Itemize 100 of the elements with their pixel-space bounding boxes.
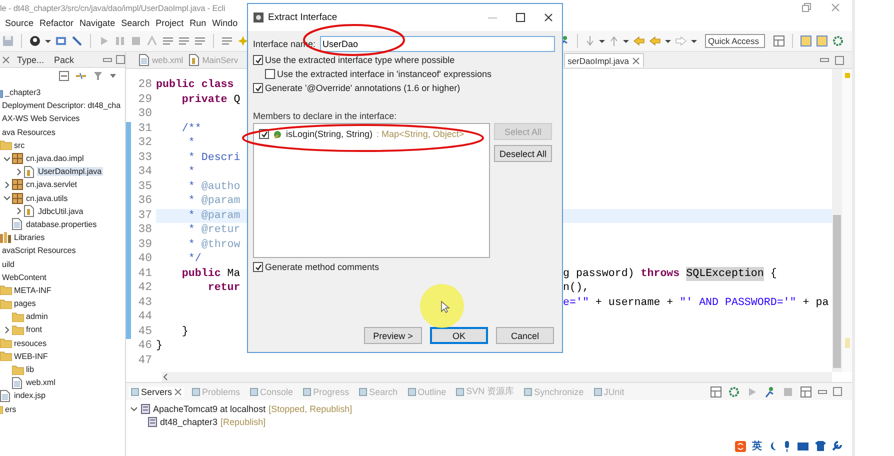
tree-item[interactable]: JdbcUtil.java — [37, 206, 84, 216]
menu-item[interactable]: Source — [5, 18, 34, 28]
tree-item[interactable]: resouces — [13, 338, 48, 348]
tree-item[interactable]: AX-WS Web Services — [1, 114, 81, 124]
checkbox[interactable] — [253, 262, 263, 272]
arrow-left-icon — [649, 35, 661, 47]
close-icon[interactable] — [544, 13, 553, 22]
chevron-down-icon[interactable] — [130, 404, 138, 412]
list-icon — [162, 35, 174, 47]
tree-item[interactable]: Libraries — [13, 233, 46, 242]
view-icon — [594, 388, 602, 396]
dialog-title: Extract Interface — [268, 12, 338, 23]
tree-item[interactable]: index.jsp — [13, 391, 46, 400]
quick-access-field[interactable]: Quick Access — [705, 34, 765, 48]
code-line: public class — [156, 78, 234, 92]
option-label: Generate method comments — [265, 262, 380, 272]
pause-icon — [114, 35, 126, 47]
chevron-right-icon[interactable] — [2, 326, 10, 334]
tree-item[interactable]: cn.java.servlet — [25, 180, 78, 190]
menu-item[interactable]: Search — [121, 18, 150, 28]
maximize-icon[interactable] — [516, 13, 525, 22]
folder-icon — [0, 298, 12, 309]
tree-item[interactable]: ApacheTomcat9 at localhost — [153, 404, 266, 414]
code-line: } — [180, 324, 188, 339]
perspective-icon — [816, 35, 828, 47]
view-icon — [408, 388, 416, 396]
folder-icon — [0, 338, 12, 348]
chevron-down-icon[interactable] — [2, 154, 10, 163]
restore-icon[interactable] — [802, 3, 811, 12]
folder-icon — [12, 324, 24, 335]
tree-item[interactable]: UserDaoImpl.java — [37, 167, 103, 176]
view-icon — [524, 388, 532, 396]
file-icon — [24, 205, 34, 218]
tree-item[interactable]: web.xml — [25, 378, 56, 388]
wizard-icon — [253, 12, 264, 23]
code-line: */ — [187, 252, 202, 266]
view-tab[interactable]: Servers — [129, 386, 184, 396]
filter-icon[interactable] — [93, 71, 103, 81]
link-icon[interactable] — [75, 71, 87, 81]
dialog-button[interactable]: OK — [430, 327, 488, 344]
tree-item[interactable]: _chapter3 — [4, 88, 42, 98]
line-number: 36 — [137, 194, 152, 208]
tree-item[interactable]: admin — [25, 312, 49, 322]
folder-icon — [12, 312, 24, 322]
chevron-right-icon[interactable] — [14, 168, 22, 176]
grid-icon — [710, 386, 722, 398]
tree-item[interactable]: dt48_chapter3 — [160, 416, 218, 426]
package-icon — [12, 153, 23, 164]
dialog-button[interactable]: Cancel — [496, 327, 554, 344]
tree-item[interactable]: ava Resources — [1, 128, 56, 137]
tree-item[interactable]: META-INF — [13, 286, 52, 295]
code-line: * — [187, 165, 195, 180]
chevron-right-icon[interactable] — [14, 207, 22, 216]
server-icon — [141, 404, 150, 414]
line-number: 47 — [137, 354, 152, 368]
return-type: : Map<String, Object> — [376, 129, 464, 139]
view-tab[interactable]: Type... — [14, 53, 48, 66]
tree-item[interactable]: cn.java.dao.impl — [25, 154, 85, 164]
document-icon — [12, 376, 22, 389]
tree-item[interactable]: avaScript Resources — [1, 246, 77, 256]
line-number: 41 — [137, 266, 152, 281]
arrow-right-icon — [675, 35, 687, 47]
tree-item[interactable]: ers — [4, 404, 18, 414]
menu-icon[interactable] — [109, 72, 117, 80]
dialog-button[interactable]: Preview > — [364, 327, 422, 344]
menu-item[interactable]: Run — [190, 18, 206, 28]
file-icon — [24, 166, 34, 178]
tree-item[interactable]: WEB-INF — [13, 352, 49, 361]
menu-item[interactable]: Windo — [212, 18, 238, 28]
interface-name-field[interactable]: UserDao — [320, 36, 555, 52]
tree-item[interactable]: uild — [1, 260, 16, 269]
chevron-down-icon[interactable] — [2, 194, 10, 202]
view-icon — [303, 388, 312, 396]
menu-item[interactable]: Project — [156, 18, 184, 28]
list-button[interactable]: Deselect All — [494, 145, 552, 162]
arrow-left-icon — [633, 35, 645, 47]
option-label: Use the extracted interface type where possible — [265, 55, 455, 65]
checkbox[interactable] — [265, 69, 275, 79]
code-line: private Q — [180, 92, 240, 107]
method-signature: isLogin(String, String) — [286, 129, 373, 139]
tree-item[interactable]: WebContent — [1, 272, 48, 282]
perspective-icon — [800, 35, 812, 47]
tree-item[interactable]: pages — [13, 299, 37, 308]
tree-item[interactable]: database.properties — [25, 220, 98, 229]
warning-marker-icon — [844, 338, 850, 348]
mouse-cursor-icon — [441, 301, 449, 313]
menu-item[interactable]: Navigate — [80, 18, 116, 28]
stop-icon — [782, 386, 794, 398]
collapse-all-icon[interactable] — [59, 71, 69, 81]
chevron-right-icon[interactable] — [2, 180, 10, 189]
editor-tab[interactable]: serDaoImpl.java — [564, 53, 644, 67]
view-tab[interactable]: Pack — [51, 53, 78, 66]
tree-item[interactable]: src — [13, 140, 26, 150]
checkbox[interactable] — [253, 83, 263, 93]
tree-item[interactable]: Deployment Descriptor: dt48_cha — [1, 101, 122, 110]
checkbox[interactable] — [253, 55, 263, 65]
menu-item[interactable]: Refactor — [40, 18, 74, 28]
tree-item[interactable]: front — [25, 325, 43, 334]
tree-item[interactable]: cn.java.utils — [25, 194, 69, 203]
tree-item[interactable]: lib — [25, 365, 35, 374]
